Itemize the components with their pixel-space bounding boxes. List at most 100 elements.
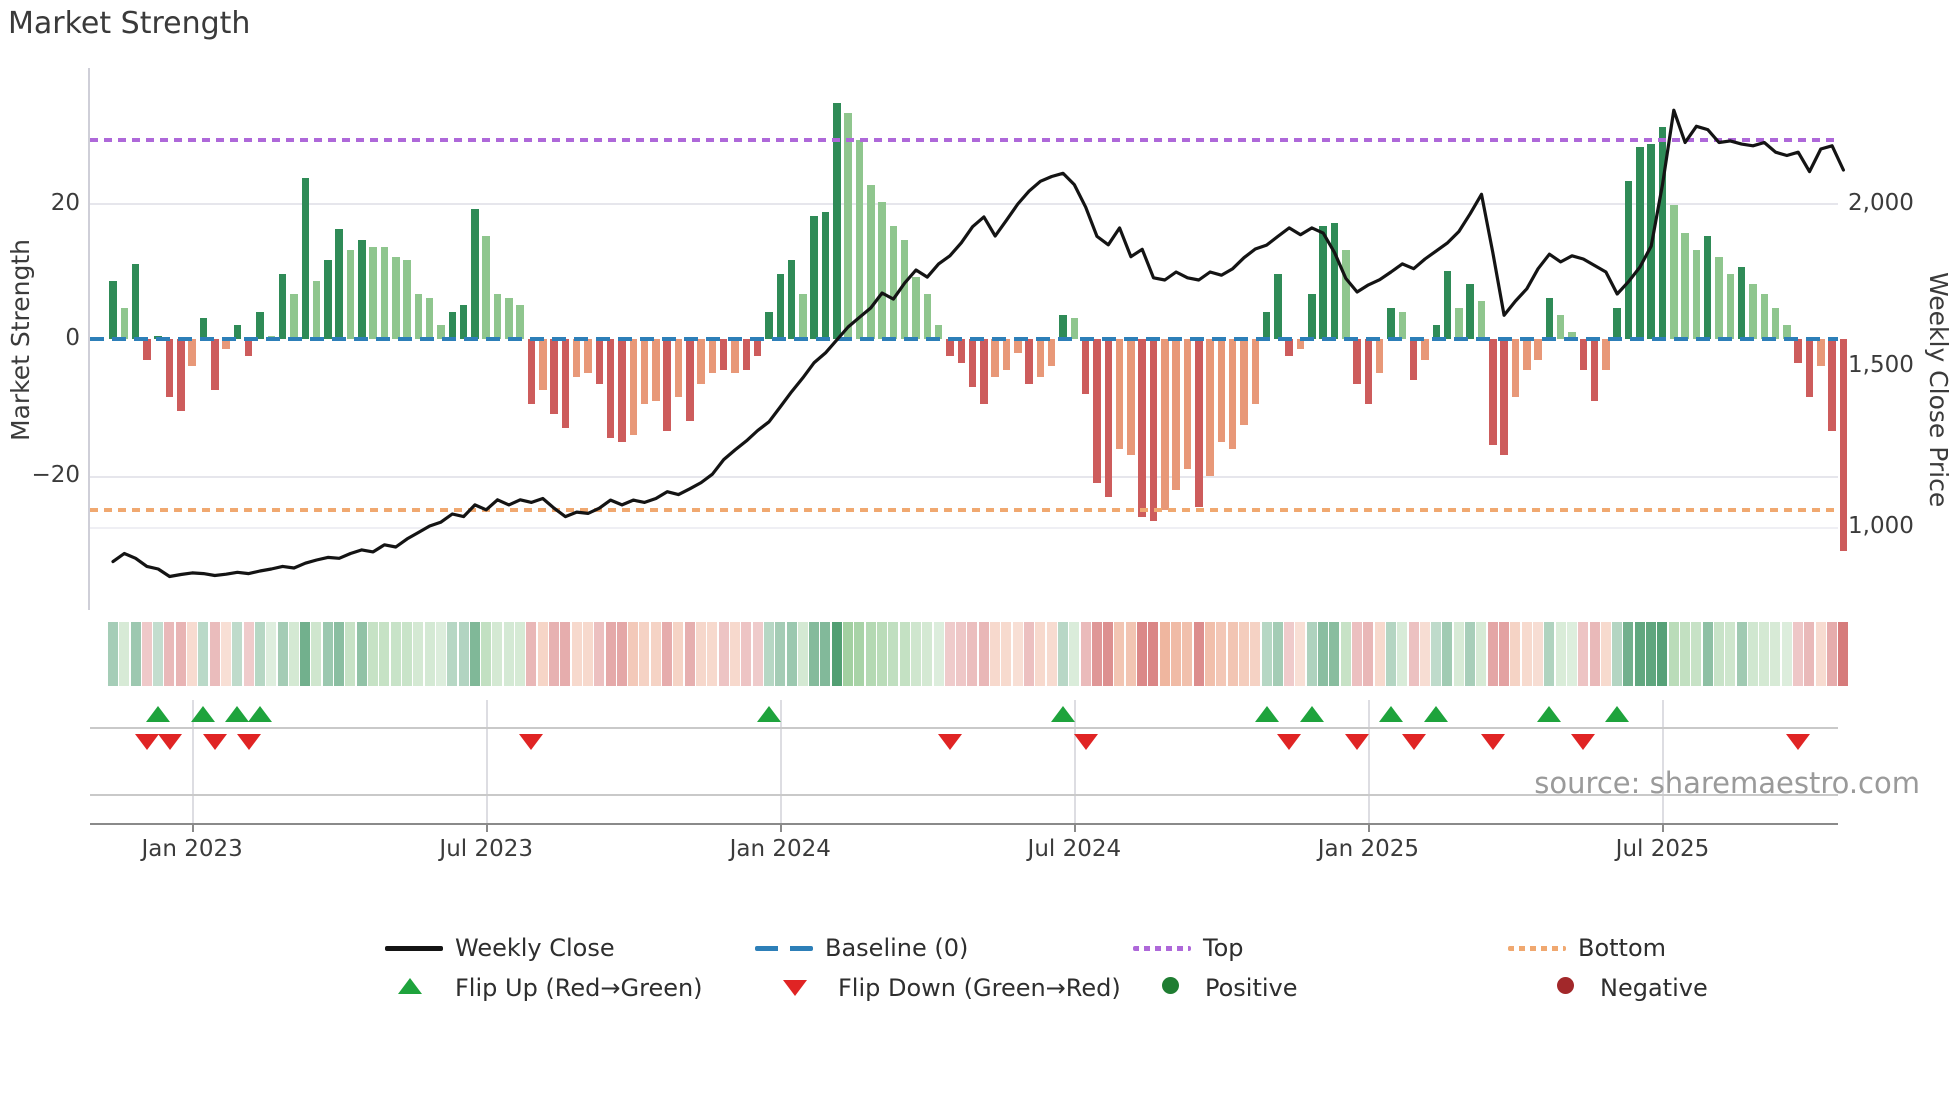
heatmap-cell [322, 622, 333, 686]
x-tick-mark [1662, 823, 1665, 832]
heatmap-cell [1352, 622, 1362, 686]
legend-top: Top [1203, 934, 1244, 962]
heatmap-cell [1001, 622, 1012, 686]
top-swatch [1133, 946, 1191, 951]
heatmap-cell [266, 622, 277, 686]
heatmap-cell [1284, 622, 1295, 686]
heatmap-cell [526, 622, 537, 686]
heatmap-cell [1555, 622, 1566, 686]
heatmap-cell [594, 622, 605, 686]
heatmap-cell [1431, 622, 1442, 686]
heatmap-cell [809, 622, 820, 686]
x-tick-label: Jul 2023 [439, 836, 534, 862]
heatmap-cell [1691, 622, 1702, 686]
heatmap-cell [1306, 622, 1317, 686]
heatmap-cell [775, 622, 786, 686]
heatmap-cell [288, 622, 299, 686]
heatmap-cell [1804, 622, 1815, 686]
heatmap-cell [1193, 622, 1204, 686]
heatmap-cell [1770, 622, 1781, 686]
heatmap-cell [650, 622, 661, 686]
heatmap-cell [130, 622, 141, 686]
heatmap-cell [1679, 622, 1690, 686]
market-strength-figure: { "title": "Market Strength", "left_axis… [0, 0, 1960, 1102]
heatmap-cell [1725, 622, 1736, 686]
heatmap-cell [933, 622, 944, 686]
heatmap-cell [503, 622, 514, 686]
heatmap-cell [1657, 622, 1668, 686]
heatmap-cell [1544, 622, 1555, 686]
heatmap-cell [368, 622, 379, 686]
heatmap-cell [786, 622, 797, 686]
heatmap-cell [1295, 622, 1306, 686]
heatmap-cell [1578, 622, 1589, 686]
heatmap-cell [1024, 622, 1034, 686]
heatmap-cell [119, 622, 130, 686]
heatmap-cell [345, 622, 356, 686]
source-credit: source: sharemaestro.com [1534, 766, 1920, 800]
x-tick-mark [192, 823, 194, 832]
heatmap-cell [1385, 622, 1396, 686]
heatmap-cell [401, 622, 412, 686]
weekly-close-line [111, 108, 1846, 579]
heatmap-cell [1238, 622, 1249, 686]
heatmap-cell [1148, 622, 1159, 686]
marker-panel-vline [486, 700, 488, 823]
heatmap-cell [548, 622, 559, 686]
legend-flip-down: Flip Down (Green→Red) [838, 974, 1121, 1002]
heatmap-cell [1465, 622, 1476, 686]
heatmap-cell [254, 622, 265, 686]
heatmap-cell [537, 622, 548, 686]
heatmap-cell [1589, 622, 1600, 686]
x-tick-mark [486, 823, 489, 832]
heatmap-cell [424, 622, 435, 686]
heatmap-cell [1035, 622, 1046, 686]
heatmap-cell [492, 622, 503, 686]
heatmap-cell [978, 622, 989, 686]
heatmap-cell [469, 622, 480, 686]
heatmap-cell [243, 622, 254, 686]
heatmap-cell [1736, 622, 1747, 686]
heatmap-cell [820, 622, 831, 686]
heatmap-cell [662, 622, 673, 686]
heatmap-cell [1453, 622, 1464, 686]
heatmap-cell [1216, 622, 1227, 686]
heatmap-cell [1713, 622, 1724, 686]
heatmap-cell [1204, 622, 1215, 686]
heatmap-cell [956, 622, 967, 686]
heatmap-cell [888, 622, 899, 686]
heatmap-cell [1499, 622, 1510, 686]
heatmap-cell [1182, 622, 1193, 686]
heatmap-cell [1272, 622, 1283, 686]
heatmap-cell [899, 622, 910, 686]
flip-down-marker [519, 734, 544, 750]
legend-negative: Negative [1600, 974, 1708, 1002]
heatmap-cell [967, 622, 978, 686]
heatmap-cell [616, 622, 627, 686]
heatmap-cell [560, 622, 571, 686]
heatmap-cell [910, 622, 921, 686]
heatmap-cell [1080, 622, 1091, 686]
x-axis-spine [90, 823, 1838, 825]
heatmap-cell [1374, 622, 1385, 686]
heatmap-cell [141, 622, 152, 686]
heatmap-cell [458, 622, 469, 686]
heatmap-cell [605, 622, 616, 686]
heatmap-cell [673, 622, 684, 686]
heatmap-cell [379, 622, 390, 686]
heatmap-cell [1827, 622, 1838, 686]
heatmap-cell [1702, 622, 1713, 686]
heatmap-cell [300, 622, 311, 686]
heatmap-cell [277, 622, 288, 686]
x-tick-label: Jan 2023 [141, 836, 243, 862]
weekly-close-line-swatch [385, 946, 443, 951]
heatmap-cell [481, 622, 492, 686]
heatmap-cell [1227, 622, 1238, 686]
flip-up-marker [1254, 706, 1279, 722]
heatmap-cell [1137, 622, 1148, 686]
heatmap-cell [1069, 622, 1080, 686]
flip-up-marker [1379, 706, 1404, 722]
flip-up-marker [756, 706, 781, 722]
legend-weekly-close: Weekly Close [455, 934, 615, 962]
flip-up-marker [1605, 706, 1630, 722]
